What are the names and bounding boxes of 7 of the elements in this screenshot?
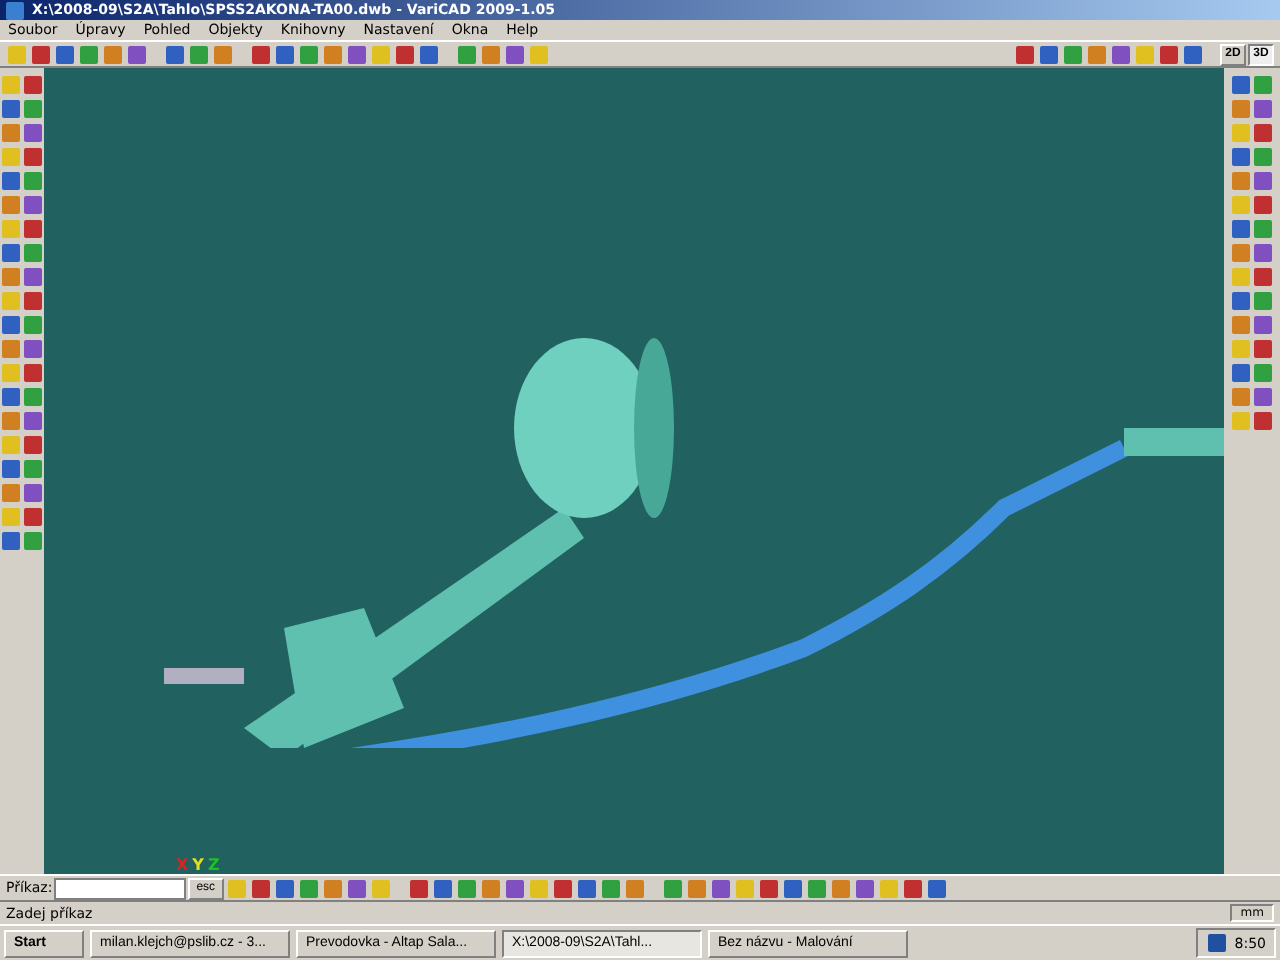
drawing-canvas[interactable]: X Y Z bbox=[44, 68, 1224, 874]
app-icon bbox=[6, 1, 24, 19]
axis-label: X bbox=[176, 856, 189, 874]
axis-label: Z bbox=[207, 856, 220, 874]
tray-icon[interactable] bbox=[1208, 934, 1227, 952]
axis-label: Y bbox=[192, 856, 204, 874]
command-field[interactable] bbox=[54, 877, 187, 899]
